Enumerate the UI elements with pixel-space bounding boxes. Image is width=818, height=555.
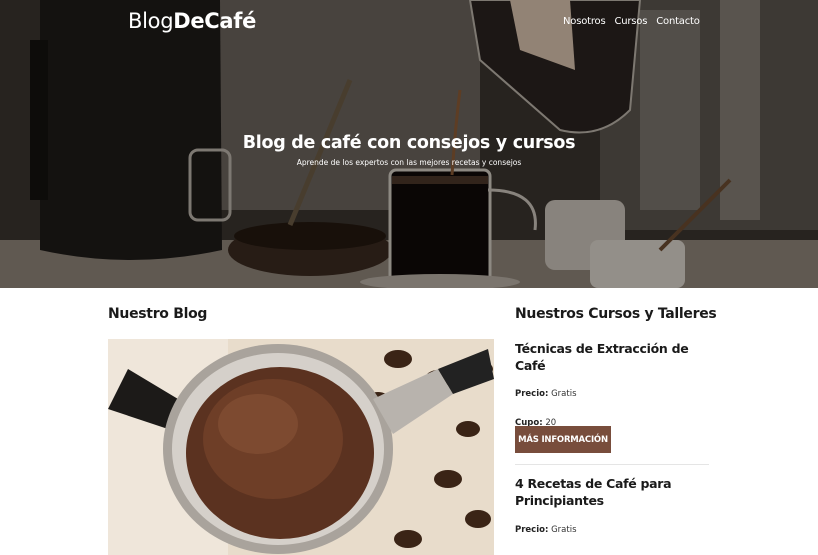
course-card: 4 Recetas de Café para Principiantes Pre…: [515, 475, 709, 535]
course-price: Precio: Gratis: [515, 389, 709, 399]
logo-text-thin: Blog: [128, 9, 174, 33]
courses-section-heading: Nuestros Cursos y Talleres: [515, 306, 717, 322]
hero-header: BlogDeCafé Nosotros Cursos Contacto Blog…: [0, 0, 818, 288]
site-logo[interactable]: BlogDeCafé: [128, 9, 256, 33]
course-price: Precio: Gratis: [515, 525, 709, 535]
more-info-button[interactable]: Más Información: [515, 426, 611, 453]
nav-link-contacto[interactable]: Contacto: [656, 16, 700, 27]
portafilter-coffee-image: [108, 339, 494, 555]
nav-link-nosotros[interactable]: Nosotros: [563, 16, 606, 27]
price-label: Precio:: [515, 525, 549, 535]
hero-title: Blog de café con consejos y cursos: [242, 133, 576, 153]
course-card: Técnicas de Extracción de Café Precio: G…: [515, 340, 709, 428]
blog-post-image[interactable]: [108, 339, 494, 555]
logo-text-bold: DeCafé: [173, 9, 257, 33]
price-value: Gratis: [551, 389, 577, 399]
hero-subtitle: Aprende de los expertos con las mejores …: [296, 158, 522, 167]
price-label: Precio:: [515, 389, 549, 399]
main-nav: Nosotros Cursos Contacto: [563, 16, 700, 27]
course-title[interactable]: Técnicas de Extracción de Café: [515, 340, 709, 374]
price-value: Gratis: [551, 525, 577, 535]
blog-section-heading: Nuestro Blog: [108, 306, 208, 322]
nav-link-cursos[interactable]: Cursos: [614, 16, 647, 27]
course-title[interactable]: 4 Recetas de Café para Principiantes: [515, 475, 709, 509]
course-divider: [515, 464, 709, 465]
